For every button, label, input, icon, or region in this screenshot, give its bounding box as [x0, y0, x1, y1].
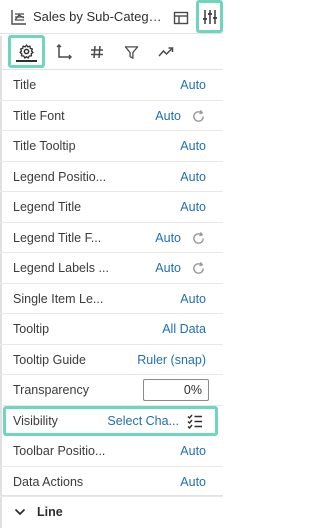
- grammar-icon: [173, 11, 189, 25]
- panel-title: Sales by Sub-Category: [33, 9, 165, 24]
- property-label: Title Tooltip: [13, 139, 76, 153]
- reset-icon[interactable]: [191, 109, 206, 124]
- sliders-icon: [202, 9, 217, 24]
- trend-icon: [158, 47, 174, 57]
- tab-number-format[interactable]: [83, 34, 111, 70]
- property-value[interactable]: Auto: [155, 101, 181, 131]
- property-row-transparency: Transparency 0%: [0, 375, 223, 406]
- property-row-tooltip-guide[interactable]: Tooltip Guide Ruler (snap): [0, 345, 223, 375]
- property-row-title[interactable]: Title Auto: [0, 70, 223, 101]
- properties-list: Title Auto Title Font Auto Title Tooltip…: [0, 70, 223, 497]
- tab-general[interactable]: [8, 35, 45, 68]
- property-row-single-item-legend[interactable]: Single Item Le... Auto: [0, 284, 223, 314]
- property-value[interactable]: Auto: [155, 253, 181, 283]
- hash-icon: [91, 45, 103, 59]
- property-value[interactable]: Ruler (snap): [137, 345, 206, 375]
- property-label: Legend Title F...: [13, 230, 102, 245]
- chevron-down-icon: [14, 508, 26, 516]
- panel-header: Sales by Sub-Category: [0, 0, 223, 34]
- checklist-icon[interactable]: [187, 414, 203, 429]
- property-row-legend-title[interactable]: Legend Title Auto: [0, 192, 223, 223]
- property-label: Legend Labels ...: [13, 261, 109, 275]
- property-value[interactable]: All Data: [162, 314, 206, 344]
- property-value[interactable]: Auto: [180, 131, 206, 161]
- property-label: Title Font: [13, 108, 65, 123]
- property-value[interactable]: Auto: [180, 192, 206, 222]
- property-label: Visibility: [13, 413, 58, 428]
- grammar-panel-button[interactable]: [169, 6, 193, 30]
- property-row-title-tooltip[interactable]: Title Tooltip Auto: [0, 131, 223, 162]
- property-label: Legend Title: [13, 200, 82, 214]
- property-value[interactable]: Auto: [180, 467, 206, 497]
- properties-panel-button[interactable]: [196, 0, 223, 33]
- property-row-legend-labels[interactable]: Legend Labels ... Auto: [0, 253, 223, 284]
- property-label: Toolbar Positio...: [13, 444, 106, 458]
- property-label: Single Item Le...: [13, 291, 104, 306]
- property-value[interactable]: Auto: [155, 223, 181, 253]
- property-row-toolbar-position[interactable]: Toolbar Positio... Auto: [0, 436, 223, 467]
- property-row-legend-position[interactable]: Legend Positio... Auto: [0, 162, 223, 192]
- property-row-visibility[interactable]: Visibility Select Cha...: [3, 405, 218, 436]
- property-label: Tooltip: [13, 322, 50, 336]
- tab-axis[interactable]: [50, 34, 78, 70]
- section-header-line[interactable]: Line: [0, 495, 223, 528]
- property-value[interactable]: Auto: [180, 162, 206, 192]
- reset-icon[interactable]: [191, 231, 206, 246]
- axis-icon: [56, 44, 72, 60]
- filter-icon: [124, 45, 138, 59]
- section-label: Line: [37, 505, 63, 519]
- reset-icon[interactable]: [191, 261, 206, 276]
- tab-analytics[interactable]: [152, 34, 180, 70]
- property-value[interactable]: Auto: [180, 70, 206, 100]
- property-row-tooltip[interactable]: Tooltip All Data: [0, 314, 223, 345]
- property-value[interactable]: Auto: [180, 284, 206, 314]
- property-row-title-font[interactable]: Title Font Auto: [0, 101, 223, 131]
- tab-filters[interactable]: [117, 34, 145, 70]
- property-label: Data Actions: [13, 474, 84, 489]
- property-value[interactable]: Auto: [180, 436, 206, 466]
- property-row-legend-title-font[interactable]: Legend Title F... Auto: [0, 223, 223, 253]
- line-chart-icon: [11, 10, 26, 25]
- transparency-input[interactable]: 0%: [143, 379, 209, 401]
- property-tabs: [0, 34, 223, 70]
- property-value[interactable]: Select Cha...: [107, 409, 179, 433]
- active-tab-indicator: [16, 60, 37, 62]
- property-label: Tooltip Guide: [13, 352, 86, 367]
- property-row-data-actions[interactable]: Data Actions Auto: [0, 467, 223, 497]
- property-label: Title: [13, 78, 37, 92]
- property-label: Transparency: [13, 383, 89, 397]
- gear-icon: [19, 44, 34, 59]
- property-label: Legend Positio...: [13, 169, 107, 184]
